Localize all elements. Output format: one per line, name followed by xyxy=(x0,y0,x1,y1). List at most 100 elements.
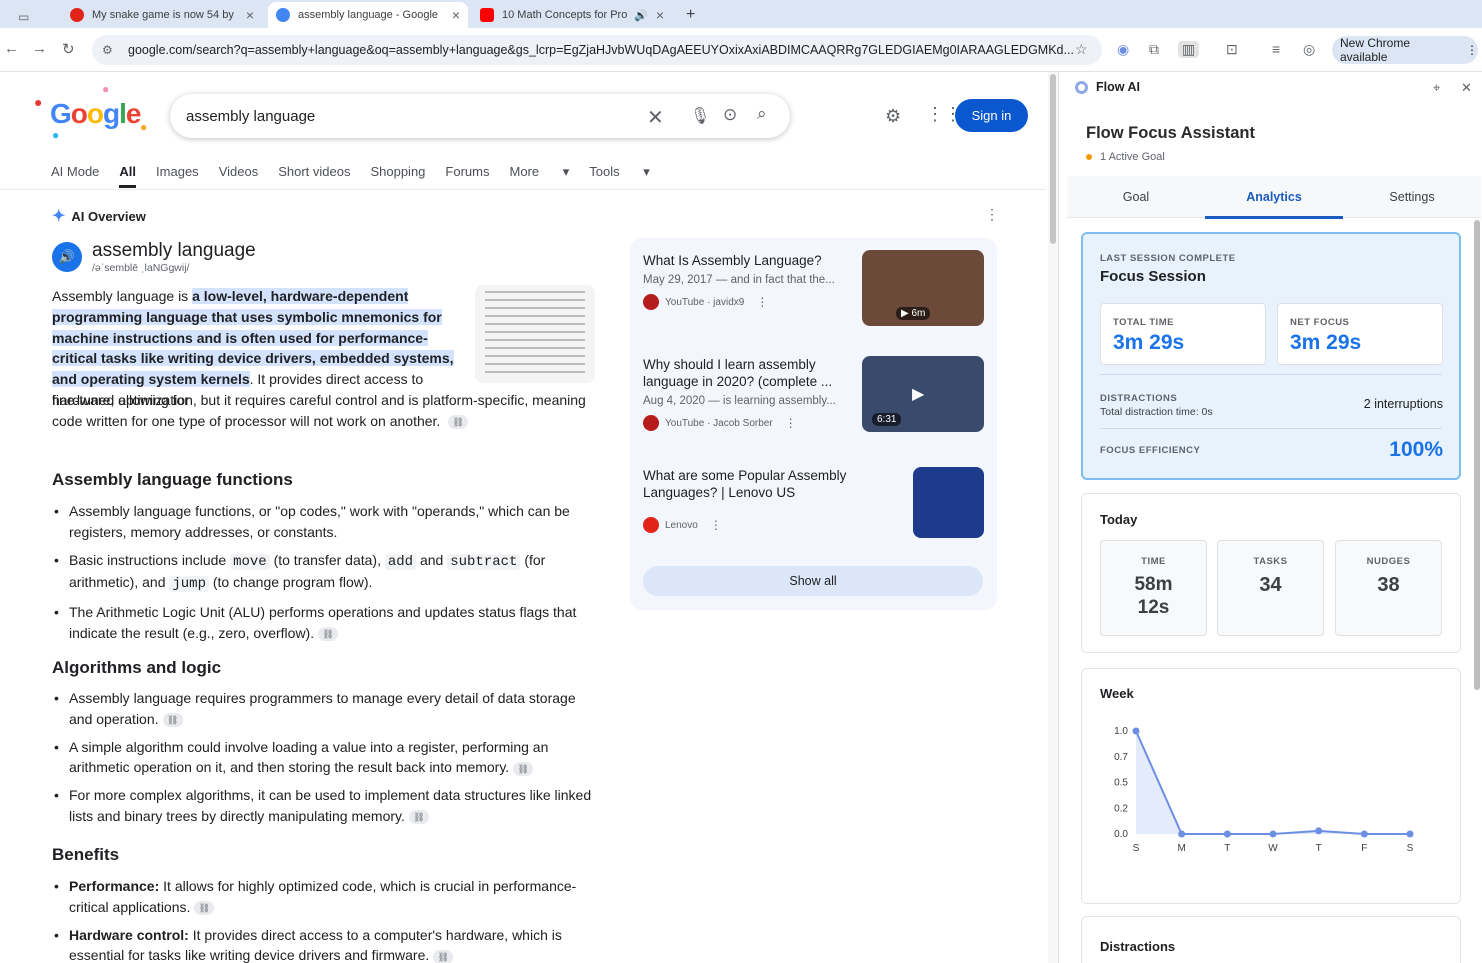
section-heading: Assembly language functions xyxy=(52,470,293,489)
scrollbar-thumb[interactable] xyxy=(1050,74,1056,244)
close-tab-icon[interactable]: × xyxy=(246,7,254,23)
media-controls-icon[interactable]: ≡ xyxy=(1272,41,1280,57)
flow-logo-icon xyxy=(1075,80,1088,94)
list-item: A simple algorithm could involve loading… xyxy=(52,737,602,779)
tab-videos[interactable]: Videos xyxy=(219,164,259,188)
browser-toolbar: ← → ↻ ⚙ google.com/search?q=assembly+lan… xyxy=(0,28,1482,72)
google-logo[interactable]: Google xyxy=(50,98,141,130)
play-duration-badge: ▶ 6m xyxy=(896,307,931,320)
search-icon[interactable]: ⌕ xyxy=(757,104,767,124)
tab-more[interactable]: More ▾ xyxy=(509,164,569,188)
bookmark-star-icon[interactable]: ☆ xyxy=(1075,41,1088,58)
tab-forums[interactable]: Forums xyxy=(445,164,489,188)
video-result[interactable]: Why should I learn assembly language in … xyxy=(643,356,988,432)
tab-snake-game[interactable]: My snake game is now 54 by × xyxy=(62,2,262,28)
tab-ai-mode[interactable]: AI Mode xyxy=(51,164,99,188)
data-point xyxy=(1223,830,1231,838)
tab-images[interactable]: Images xyxy=(156,164,199,188)
ghost-doodle-icon: ● xyxy=(140,120,148,134)
list-item: The Arithmetic Logic Unit (ALU) performs… xyxy=(52,602,602,644)
last-session-card: LAST SESSION COMPLETE Focus Session TOTA… xyxy=(1081,232,1461,480)
panel-scrollbar[interactable] xyxy=(1474,220,1480,690)
status-dot-icon xyxy=(1086,154,1092,160)
today-card: Today TIME 58m 12s TASKS 34 NUDGES 38 xyxy=(1081,493,1461,653)
nudges-stat: NUDGES 38 xyxy=(1335,540,1442,636)
x-tick-label: M xyxy=(1177,843,1185,854)
back-icon[interactable]: ← xyxy=(4,40,19,57)
sign-in-button[interactable]: Sign in xyxy=(955,99,1028,132)
video-result[interactable]: What are some Popular Assembly Languages… xyxy=(643,467,988,538)
series-area xyxy=(1136,731,1410,834)
more-options-icon[interactable]: ⋮ xyxy=(710,518,722,532)
tab-short-videos[interactable]: Short videos xyxy=(278,164,350,188)
panel-header: Flow AI xyxy=(1075,80,1140,94)
close-panel-icon[interactable]: ✕ xyxy=(1461,80,1472,96)
y-tick-label: 0.5 xyxy=(1114,778,1128,789)
assistant-title: Flow Focus Assistant xyxy=(1086,124,1255,142)
video-results-card: What Is Assembly Language? May 29, 2017 … xyxy=(630,238,997,610)
pronunciation: /əˈsemblē ˌlaNGgwij/ xyxy=(92,262,190,274)
benefits-list: Performance: It allows for highly optimi… xyxy=(52,876,602,963)
unpin-icon[interactable]: ⌖ xyxy=(1433,80,1440,96)
extensions-icon[interactable]: ⧉ xyxy=(1149,41,1159,58)
clear-search-icon[interactable]: ✕ xyxy=(647,105,664,130)
tab-all[interactable]: All xyxy=(119,164,137,188)
lens-search-icon[interactable]: ⊙ xyxy=(723,105,737,125)
tab-analytics[interactable]: Analytics xyxy=(1205,190,1343,219)
link-icon[interactable]: ⛓ xyxy=(408,810,429,825)
x-tick-label: T xyxy=(1316,843,1322,854)
doc-thumbnail[interactable] xyxy=(475,285,595,383)
week-card: Week 1.0 0.7 0.5 0.2 0.0 S M T W T F S xyxy=(1081,668,1461,904)
link-icon[interactable]: ⛓ xyxy=(194,901,215,916)
active-goal-status: 1 Active Goal xyxy=(1086,151,1165,163)
net-focus-stat: NET FOCUS 3m 29s xyxy=(1277,303,1443,365)
tab-settings[interactable]: Settings xyxy=(1343,190,1481,204)
reload-icon[interactable]: ↻ xyxy=(62,40,75,58)
video-thumbnail[interactable]: ▶ 6:31 xyxy=(862,356,984,432)
close-tab-icon[interactable]: × xyxy=(656,7,664,23)
flow-extension-icon[interactable]: ◉ xyxy=(1117,41,1129,58)
tab-shopping[interactable]: Shopping xyxy=(370,164,425,188)
algorithms-list: Assembly language requires programmers t… xyxy=(52,688,602,834)
update-chrome-button[interactable]: New Chrome available ⋮ xyxy=(1332,36,1478,64)
more-options-icon[interactable]: ⋮ xyxy=(756,295,768,309)
video-result[interactable]: What Is Assembly Language? May 29, 2017 … xyxy=(643,250,988,326)
link-icon[interactable]: ⛓ xyxy=(433,949,454,963)
link-icon[interactable]: ⛓ xyxy=(448,415,469,430)
lens-icon[interactable]: ⊡ xyxy=(1226,41,1238,58)
ghost-doodle-icon: ● xyxy=(52,128,60,142)
tab-assembly-language[interactable]: assembly language - Google × xyxy=(268,2,468,28)
article-thumbnail[interactable] xyxy=(913,467,984,538)
link-icon[interactable]: ⛓ xyxy=(318,627,339,642)
link-icon[interactable]: ⛓ xyxy=(162,713,183,728)
tasks-stat: TASKS 34 xyxy=(1217,540,1324,636)
list-item: Performance: It allows for highly optimi… xyxy=(52,876,602,918)
more-options-icon[interactable]: ⋮ xyxy=(785,416,797,430)
profile-icon[interactable]: ◎ xyxy=(1303,41,1315,58)
tab-search-button[interactable]: ▭ xyxy=(10,4,42,30)
site-info-icon[interactable]: ⚙ xyxy=(102,43,118,57)
settings-gear-icon[interactable]: ⚙ xyxy=(885,106,901,127)
video-thumbnail[interactable]: ▶ 6m xyxy=(862,250,984,326)
reddit-favicon-icon xyxy=(70,8,84,22)
audio-playing-icon[interactable]: 🔊 xyxy=(634,9,648,22)
forward-icon[interactable]: → xyxy=(32,40,47,57)
microphone-icon[interactable]: 🎙 xyxy=(690,106,710,126)
list-item: Assembly language requires programmers t… xyxy=(52,688,602,730)
speaker-icon[interactable]: 🔊 xyxy=(52,242,82,272)
tab-goal[interactable]: Goal xyxy=(1067,190,1205,204)
tab-tools[interactable]: Tools ▾ xyxy=(589,164,650,188)
data-point xyxy=(1406,830,1414,838)
new-tab-button[interactable]: + xyxy=(678,2,702,28)
address-bar[interactable]: ⚙ google.com/search?q=assembly+language&… xyxy=(92,35,1102,65)
tab-math-concepts[interactable]: 10 Math Concepts for Pro 🔊 × xyxy=(472,2,672,28)
link-icon[interactable]: ⛓ xyxy=(513,761,534,776)
show-all-button[interactable]: Show all xyxy=(643,566,983,596)
list-item: Hardware control: It provides direct acc… xyxy=(52,925,602,963)
y-tick-label: 0.7 xyxy=(1114,752,1128,763)
side-panel-icon[interactable]: ▥ xyxy=(1178,41,1200,58)
page-scrollbar[interactable] xyxy=(1048,72,1058,963)
close-tab-icon[interactable]: × xyxy=(452,7,460,23)
more-options-icon[interactable]: ⋮ xyxy=(985,206,999,223)
list-item: For more complex algorithms, it can be u… xyxy=(52,785,602,827)
